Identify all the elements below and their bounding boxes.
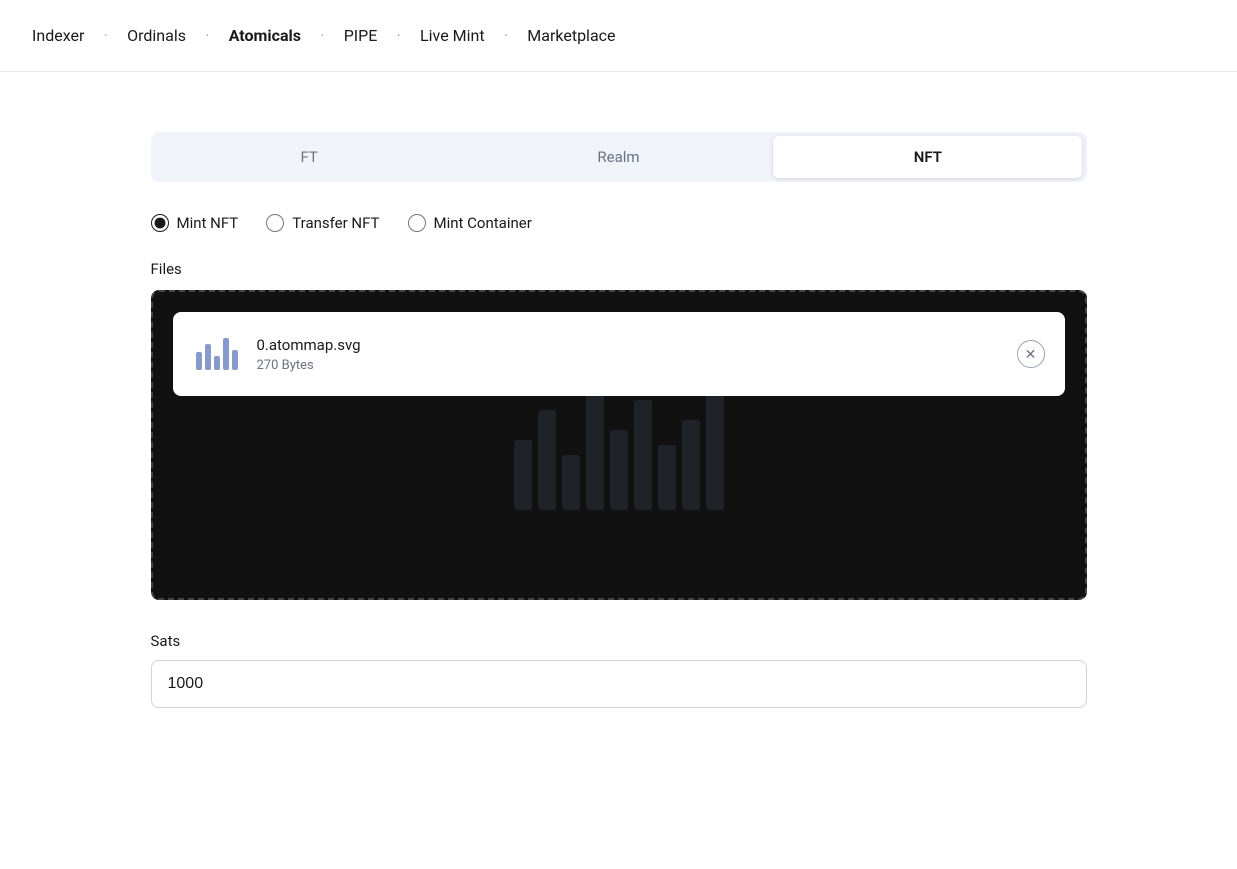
main-content: FT Realm NFT Mint NFT Transfer NFT Mint … [119, 72, 1119, 748]
radio-transfer-nft[interactable]: Transfer NFT [266, 214, 379, 232]
nav-ordinals[interactable]: Ordinals [127, 26, 186, 45]
nav-indexer[interactable]: Indexer [32, 26, 84, 45]
navigation: Indexer • Ordinals • Atomicals • PIPE • … [0, 0, 1237, 72]
sats-section: Sats [151, 632, 1087, 708]
file-icon [193, 330, 241, 378]
radio-group: Mint NFT Transfer NFT Mint Container [151, 214, 1087, 232]
file-drop-zone[interactable]: 0.atommap.svg 270 Bytes ✕ [151, 290, 1087, 600]
radio-mint-container[interactable]: Mint Container [408, 214, 532, 232]
sats-label: Sats [151, 632, 1087, 650]
radio-transfer-nft-label: Transfer NFT [292, 214, 379, 232]
radio-mint-nft[interactable]: Mint NFT [151, 214, 239, 232]
nav-pipe[interactable]: PIPE [344, 26, 378, 45]
nav-dot-1: • [104, 31, 107, 40]
file-name: 0.atommap.svg [257, 336, 1017, 354]
nav-marketplace[interactable]: Marketplace [527, 26, 615, 45]
file-card: 0.atommap.svg 270 Bytes ✕ [173, 312, 1065, 396]
tab-realm[interactable]: Realm [464, 136, 773, 178]
nav-dot-5: • [505, 31, 508, 40]
tab-group: FT Realm NFT [151, 132, 1087, 182]
tab-ft[interactable]: FT [155, 136, 464, 178]
nav-atomicals[interactable]: Atomicals [229, 26, 301, 45]
nav-live-mint[interactable]: Live Mint [420, 26, 485, 45]
file-info: 0.atommap.svg 270 Bytes [257, 336, 1017, 373]
radio-mint-nft-label: Mint NFT [177, 214, 239, 232]
nav-dot-2: • [206, 31, 209, 40]
file-remove-button[interactable]: ✕ [1017, 340, 1045, 368]
files-label: Files [151, 260, 1087, 278]
nav-dot-3: • [321, 31, 324, 40]
radio-mint-container-label: Mint Container [434, 214, 532, 232]
file-size: 270 Bytes [257, 358, 1017, 373]
tab-nft[interactable]: NFT [773, 136, 1082, 178]
nav-dot-4: • [397, 31, 400, 40]
sats-input[interactable] [151, 660, 1087, 708]
drop-zone-watermark [514, 380, 724, 510]
